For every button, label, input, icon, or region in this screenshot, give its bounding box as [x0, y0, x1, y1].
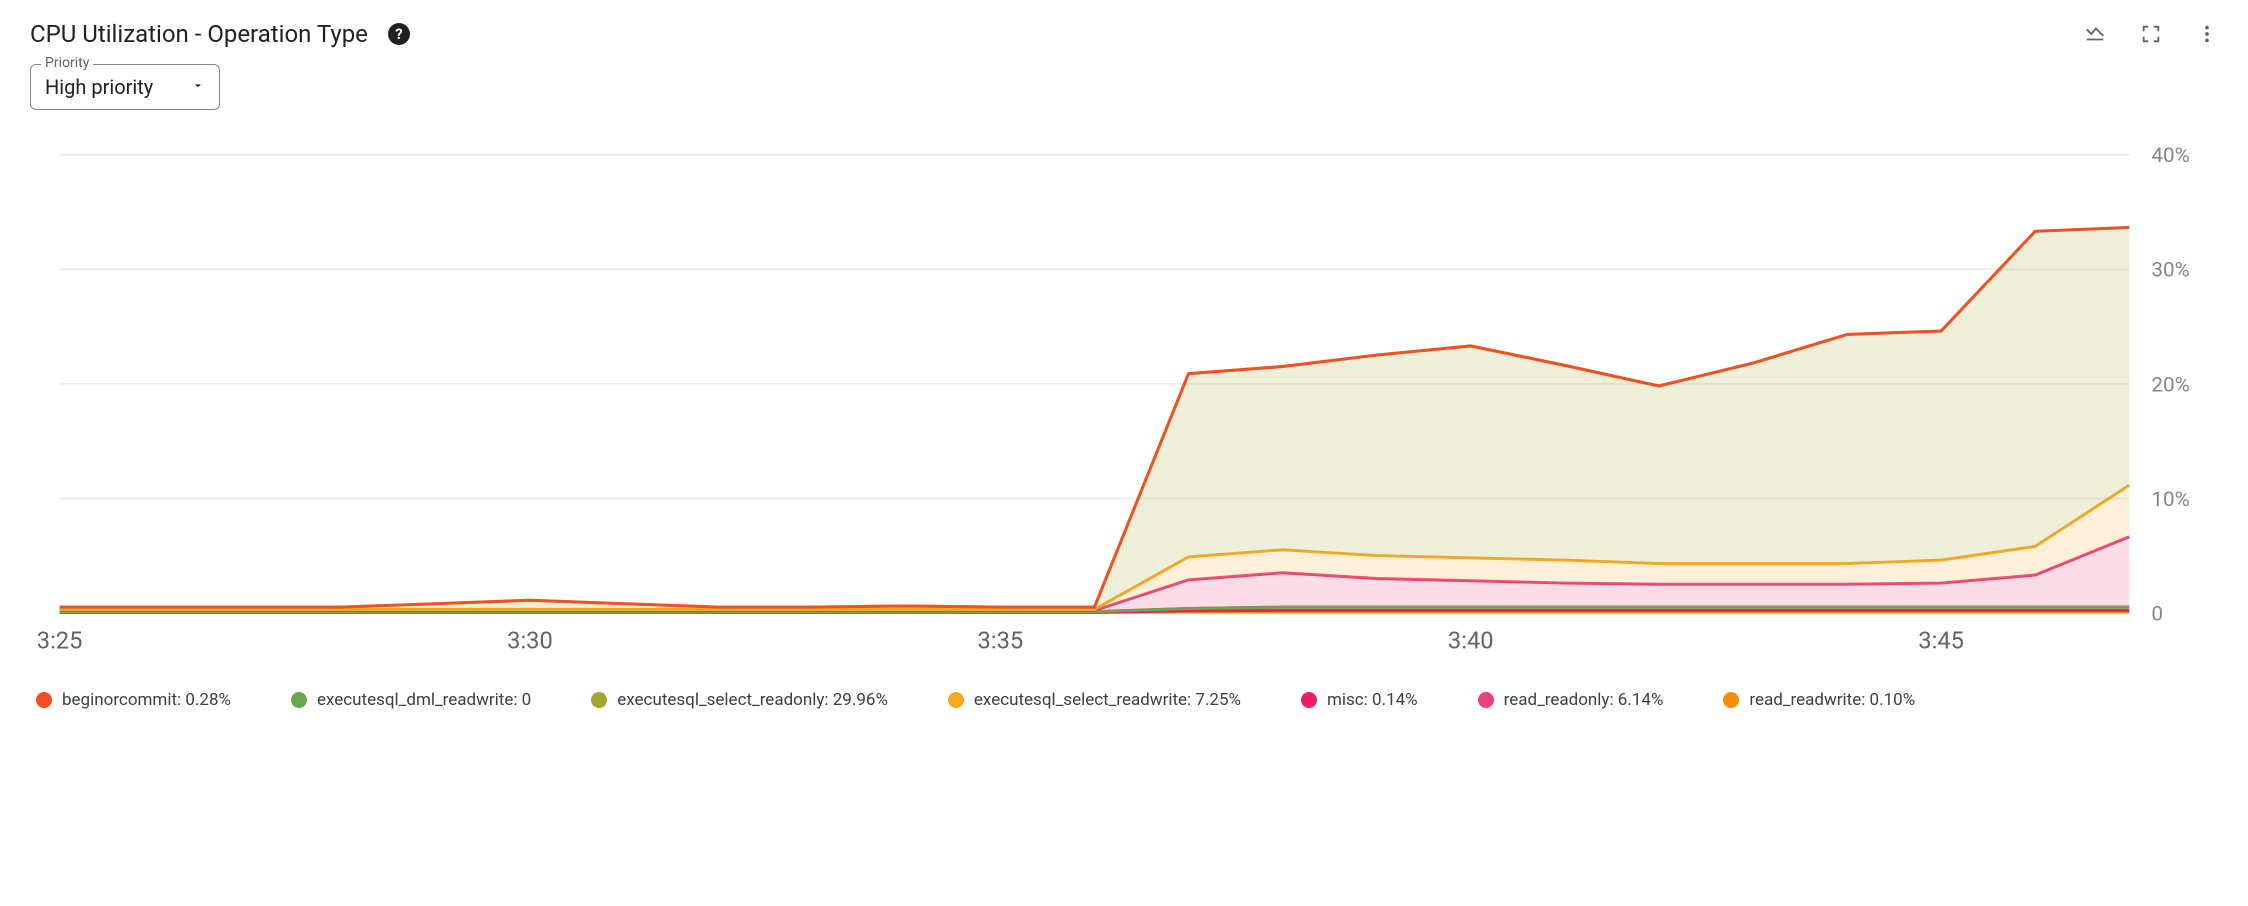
legend-label: read_readonly: 6.14%: [1504, 690, 1664, 710]
svg-text:20%: 20%: [2151, 373, 2189, 397]
legend-label: beginorcommit: 0.28%: [62, 690, 231, 710]
chevron-down-icon: [191, 78, 205, 97]
legend-item[interactable]: read_readonly: 6.14%: [1478, 690, 1664, 710]
svg-text:30%: 30%: [2151, 259, 2189, 283]
svg-text:3:45: 3:45: [1918, 627, 1964, 655]
legend-toggle-icon[interactable]: [2084, 23, 2106, 45]
chart-svg[interactable]: 0 10% 20% 30% 40% 3:25 3:30 3:35 3:40 3:45: [30, 140, 2218, 672]
legend-swatch: [1723, 692, 1739, 708]
legend-swatch: [591, 692, 607, 708]
legend-label: executesql_select_readonly: 29.96%: [617, 690, 888, 710]
priority-select[interactable]: Priority High priority: [30, 64, 220, 110]
more-menu-icon[interactable]: [2196, 23, 2218, 45]
legend-swatch: [948, 692, 964, 708]
filter-row: Priority High priority: [30, 64, 2218, 110]
chart-header: CPU Utilization - Operation Type ?: [30, 20, 2218, 48]
legend-swatch: [1301, 692, 1317, 708]
svg-text:3:40: 3:40: [1448, 627, 1494, 655]
legend-item[interactable]: read_readwrite: 0.10%: [1723, 690, 1915, 710]
legend-swatch: [36, 692, 52, 708]
fullscreen-icon[interactable]: [2140, 23, 2162, 45]
svg-text:0: 0: [2151, 602, 2163, 626]
help-icon[interactable]: ?: [388, 23, 410, 45]
header-actions: [2084, 23, 2218, 45]
legend-swatch: [291, 692, 307, 708]
chart-legend: beginorcommit: 0.28% executesql_dml_readw…: [30, 690, 2218, 710]
svg-text:10%: 10%: [2151, 488, 2189, 512]
legend-item[interactable]: executesql_dml_readwrite: 0: [291, 690, 531, 710]
legend-label: read_readwrite: 0.10%: [1749, 690, 1915, 710]
svg-text:3:30: 3:30: [507, 627, 553, 655]
legend-label: executesql_dml_readwrite: 0: [317, 690, 531, 710]
legend-item[interactable]: executesql_select_readonly: 29.96%: [591, 690, 888, 710]
page-title: CPU Utilization - Operation Type: [30, 20, 368, 48]
legend-label: executesql_select_readwrite: 7.25%: [974, 690, 1241, 710]
legend-item[interactable]: beginorcommit: 0.28%: [36, 690, 231, 710]
legend-label: misc: 0.14%: [1327, 690, 1418, 710]
legend-item[interactable]: executesql_select_readwrite: 7.25%: [948, 690, 1241, 710]
svg-text:3:35: 3:35: [978, 627, 1024, 655]
priority-select-value: High priority: [45, 75, 153, 99]
chart-area: 0 10% 20% 30% 40% 3:25 3:30 3:35 3:40 3:45: [30, 140, 2218, 672]
priority-select-label: Priority: [41, 55, 93, 71]
svg-text:40%: 40%: [2151, 144, 2189, 168]
svg-text:3:25: 3:25: [37, 627, 83, 655]
legend-item[interactable]: misc: 0.14%: [1301, 690, 1418, 710]
header-left: CPU Utilization - Operation Type ?: [30, 20, 410, 48]
legend-swatch: [1478, 692, 1494, 708]
